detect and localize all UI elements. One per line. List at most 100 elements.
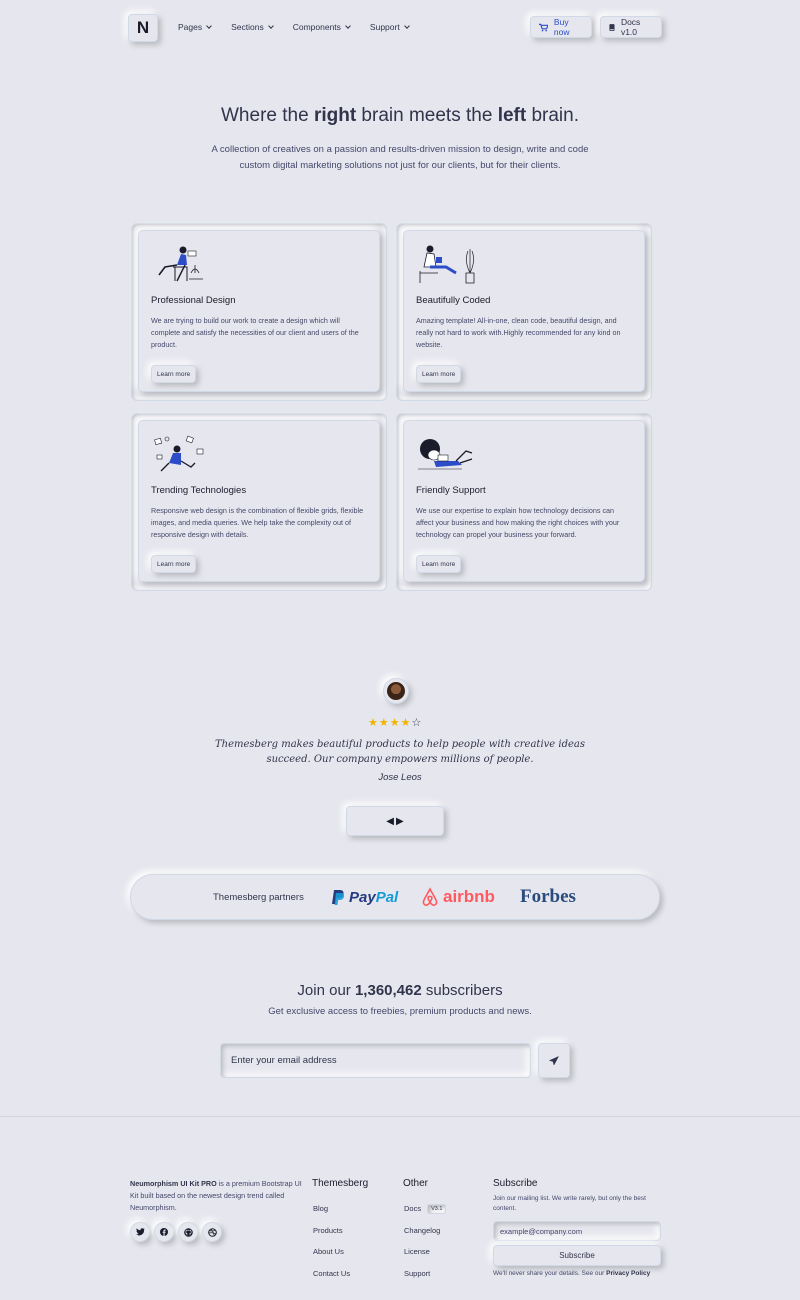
docs-label: Docs v1.0 bbox=[620, 17, 641, 37]
partners-label: Themesberg partners bbox=[213, 891, 304, 903]
nav-sections-label: Sections bbox=[231, 22, 264, 32]
person-floating-papers-illustration bbox=[154, 435, 204, 472]
feature-card-professional-design: Professional Design We are trying to bui… bbox=[138, 230, 380, 392]
chevron-down-icon bbox=[345, 23, 351, 29]
buy-now-label: Buy now bbox=[553, 17, 570, 37]
footer-link-docs[interactable]: Docs V3.1 bbox=[403, 1198, 447, 1220]
avatar bbox=[383, 678, 409, 704]
nav-pages-dropdown[interactable]: Pages bbox=[178, 22, 212, 32]
github-icon[interactable] bbox=[178, 1222, 198, 1242]
person-lying-laptop-illustration bbox=[418, 439, 473, 470]
feature-description: Responsive web design is the combination… bbox=[151, 506, 364, 539]
feature-title: Professional Design bbox=[151, 295, 236, 306]
footer-subscribe-title: Subscribe bbox=[493, 1178, 538, 1189]
testimonial-quote: Themesberg makes beautiful products to h… bbox=[214, 739, 586, 765]
footer-subscribe: Subscribe Join our mailing list. We writ… bbox=[493, 1178, 661, 1277]
learn-more-button[interactable]: Learn more bbox=[416, 365, 462, 383]
star-filled-icon: ★ bbox=[368, 717, 378, 729]
feature-title: Friendly Support bbox=[416, 485, 486, 496]
cart-icon bbox=[539, 23, 548, 31]
partners-bar: Themesberg partners PayPal airbnb Forbes bbox=[130, 874, 660, 920]
chevron-down-icon bbox=[403, 23, 410, 29]
footer-email-field[interactable]: example@company.com bbox=[493, 1221, 661, 1241]
feature-description: Amazing template! All-in-one, clean code… bbox=[416, 316, 621, 349]
learn-more-button[interactable]: Learn more bbox=[416, 555, 462, 573]
feature-title: Beautifully Coded bbox=[416, 295, 491, 306]
learn-more-button[interactable]: Learn more bbox=[151, 555, 197, 573]
footer-subscribe-button[interactable]: Subscribe bbox=[493, 1245, 661, 1266]
footer-subscribe-text: Join our mailing list. We write rarely, … bbox=[493, 1195, 646, 1212]
footer-link-changelog[interactable]: Changelog bbox=[403, 1220, 446, 1242]
feature-description: We are trying to build our work to creat… bbox=[151, 316, 359, 349]
nav-components-label: Components bbox=[292, 22, 341, 32]
twitter-icon[interactable] bbox=[130, 1222, 150, 1242]
feature-card-beautifully-coded: Beautifully Coded Amazing template! All-… bbox=[403, 230, 645, 392]
docs-button[interactable]: Docs v1.0 bbox=[600, 16, 662, 38]
nav-pages-label: Pages bbox=[178, 22, 203, 32]
buy-now-button[interactable]: Buy now bbox=[530, 16, 592, 38]
prev-arrow-icon[interactable]: ◀ bbox=[386, 816, 394, 827]
hero-subtitle: A collection of creatives on a passion a… bbox=[211, 144, 589, 171]
footer-link-contact-us[interactable]: Contact Us bbox=[312, 1263, 368, 1285]
email-input[interactable]: Enter your email address bbox=[220, 1043, 531, 1078]
paypal-icon bbox=[332, 889, 345, 905]
footer-link-support[interactable]: Support bbox=[403, 1263, 446, 1285]
paypal-logo: PayPal bbox=[331, 889, 398, 906]
nav-sections-dropdown[interactable]: Sections bbox=[231, 22, 274, 32]
subscribe-title: Join our 1,360,462 subscribers bbox=[297, 982, 503, 999]
airbnb-icon bbox=[422, 887, 438, 906]
hero-title: Where the right brain meets the left bra… bbox=[221, 105, 579, 126]
chevron-down-icon bbox=[267, 23, 274, 29]
star-empty-icon: ☆ bbox=[411, 717, 422, 729]
testimonial-author: Jose Leos bbox=[378, 772, 422, 783]
nav-links: Pages Sections Components Support bbox=[178, 22, 410, 32]
chevron-down-icon bbox=[206, 23, 212, 29]
social-links bbox=[130, 1222, 222, 1242]
nav-components-dropdown[interactable]: Components bbox=[292, 22, 351, 32]
feature-description: We use our expertise to explain how tech… bbox=[416, 506, 620, 539]
facebook-icon[interactable] bbox=[154, 1222, 174, 1242]
footer-col-title: Themesberg bbox=[312, 1178, 369, 1189]
paper-plane-icon bbox=[549, 1055, 559, 1066]
learn-more-button[interactable]: Learn more bbox=[151, 365, 197, 383]
version-badge: V3.1 bbox=[427, 1203, 447, 1214]
navbar: N Pages Sections Components Support Buy … bbox=[128, 14, 662, 42]
testimonial-slider-controls: ◀ ▶ bbox=[346, 806, 444, 836]
next-arrow-icon[interactable]: ▶ bbox=[396, 816, 404, 827]
nav-support-dropdown[interactable]: Support bbox=[369, 22, 410, 32]
send-button[interactable] bbox=[538, 1043, 570, 1078]
dribbble-icon[interactable] bbox=[202, 1222, 222, 1242]
person-chair-illustration bbox=[158, 246, 203, 282]
person-reading-plant-illustration bbox=[419, 245, 475, 284]
star-filled-icon: ★ bbox=[389, 717, 400, 729]
airbnb-logo: airbnb bbox=[421, 887, 495, 907]
forbes-logo: Forbes bbox=[520, 886, 576, 907]
footer-col-title: Other bbox=[403, 1178, 429, 1189]
star-filled-icon: ★ bbox=[400, 717, 411, 729]
book-icon bbox=[609, 23, 615, 31]
footer-about: Neumorphism UI Kit PRO is a premium Boot… bbox=[130, 1179, 302, 1212]
footer-link-products[interactable]: Products bbox=[312, 1220, 368, 1242]
footer-link-license[interactable]: License bbox=[403, 1241, 446, 1263]
feature-title: Trending Technologies bbox=[151, 485, 247, 496]
privacy-policy-link[interactable]: Privacy Policy bbox=[606, 1270, 650, 1277]
footer-col-themesberg: Themesberg Blog Products About Us Contac… bbox=[312, 1178, 368, 1284]
footer-link-docs-label: Docs bbox=[404, 1204, 422, 1214]
feature-card-wrapper: Trending Technologies Responsive web des… bbox=[131, 413, 387, 591]
rating-stars: ★ ★ ★ ★ ☆ bbox=[368, 716, 421, 729]
feature-card-wrapper: Beautifully Coded Amazing template! All-… bbox=[396, 223, 652, 401]
feature-card-trending-technologies: Trending Technologies Responsive web des… bbox=[138, 420, 380, 582]
footer-link-about-us[interactable]: About Us bbox=[312, 1241, 368, 1263]
footer-divider bbox=[0, 1116, 800, 1117]
brand-logo[interactable]: N bbox=[128, 14, 158, 42]
subscribe-text: Get exclusive access to freebies, premiu… bbox=[268, 1006, 532, 1017]
footer-link-blog[interactable]: Blog bbox=[312, 1198, 368, 1220]
feature-card-wrapper: Friendly Support We use our expertise to… bbox=[396, 413, 652, 591]
nav-support-label: Support bbox=[369, 22, 400, 32]
footer-col-other: Other Docs V3.1 Changelog License Support bbox=[403, 1178, 447, 1285]
feature-card-wrapper: Professional Design We are trying to bui… bbox=[131, 223, 387, 401]
privacy-note: We'll never share your details. See our … bbox=[493, 1270, 651, 1277]
star-filled-icon: ★ bbox=[378, 717, 389, 729]
feature-card-friendly-support: Friendly Support We use our expertise to… bbox=[403, 420, 645, 582]
avatar-photo bbox=[387, 682, 405, 700]
